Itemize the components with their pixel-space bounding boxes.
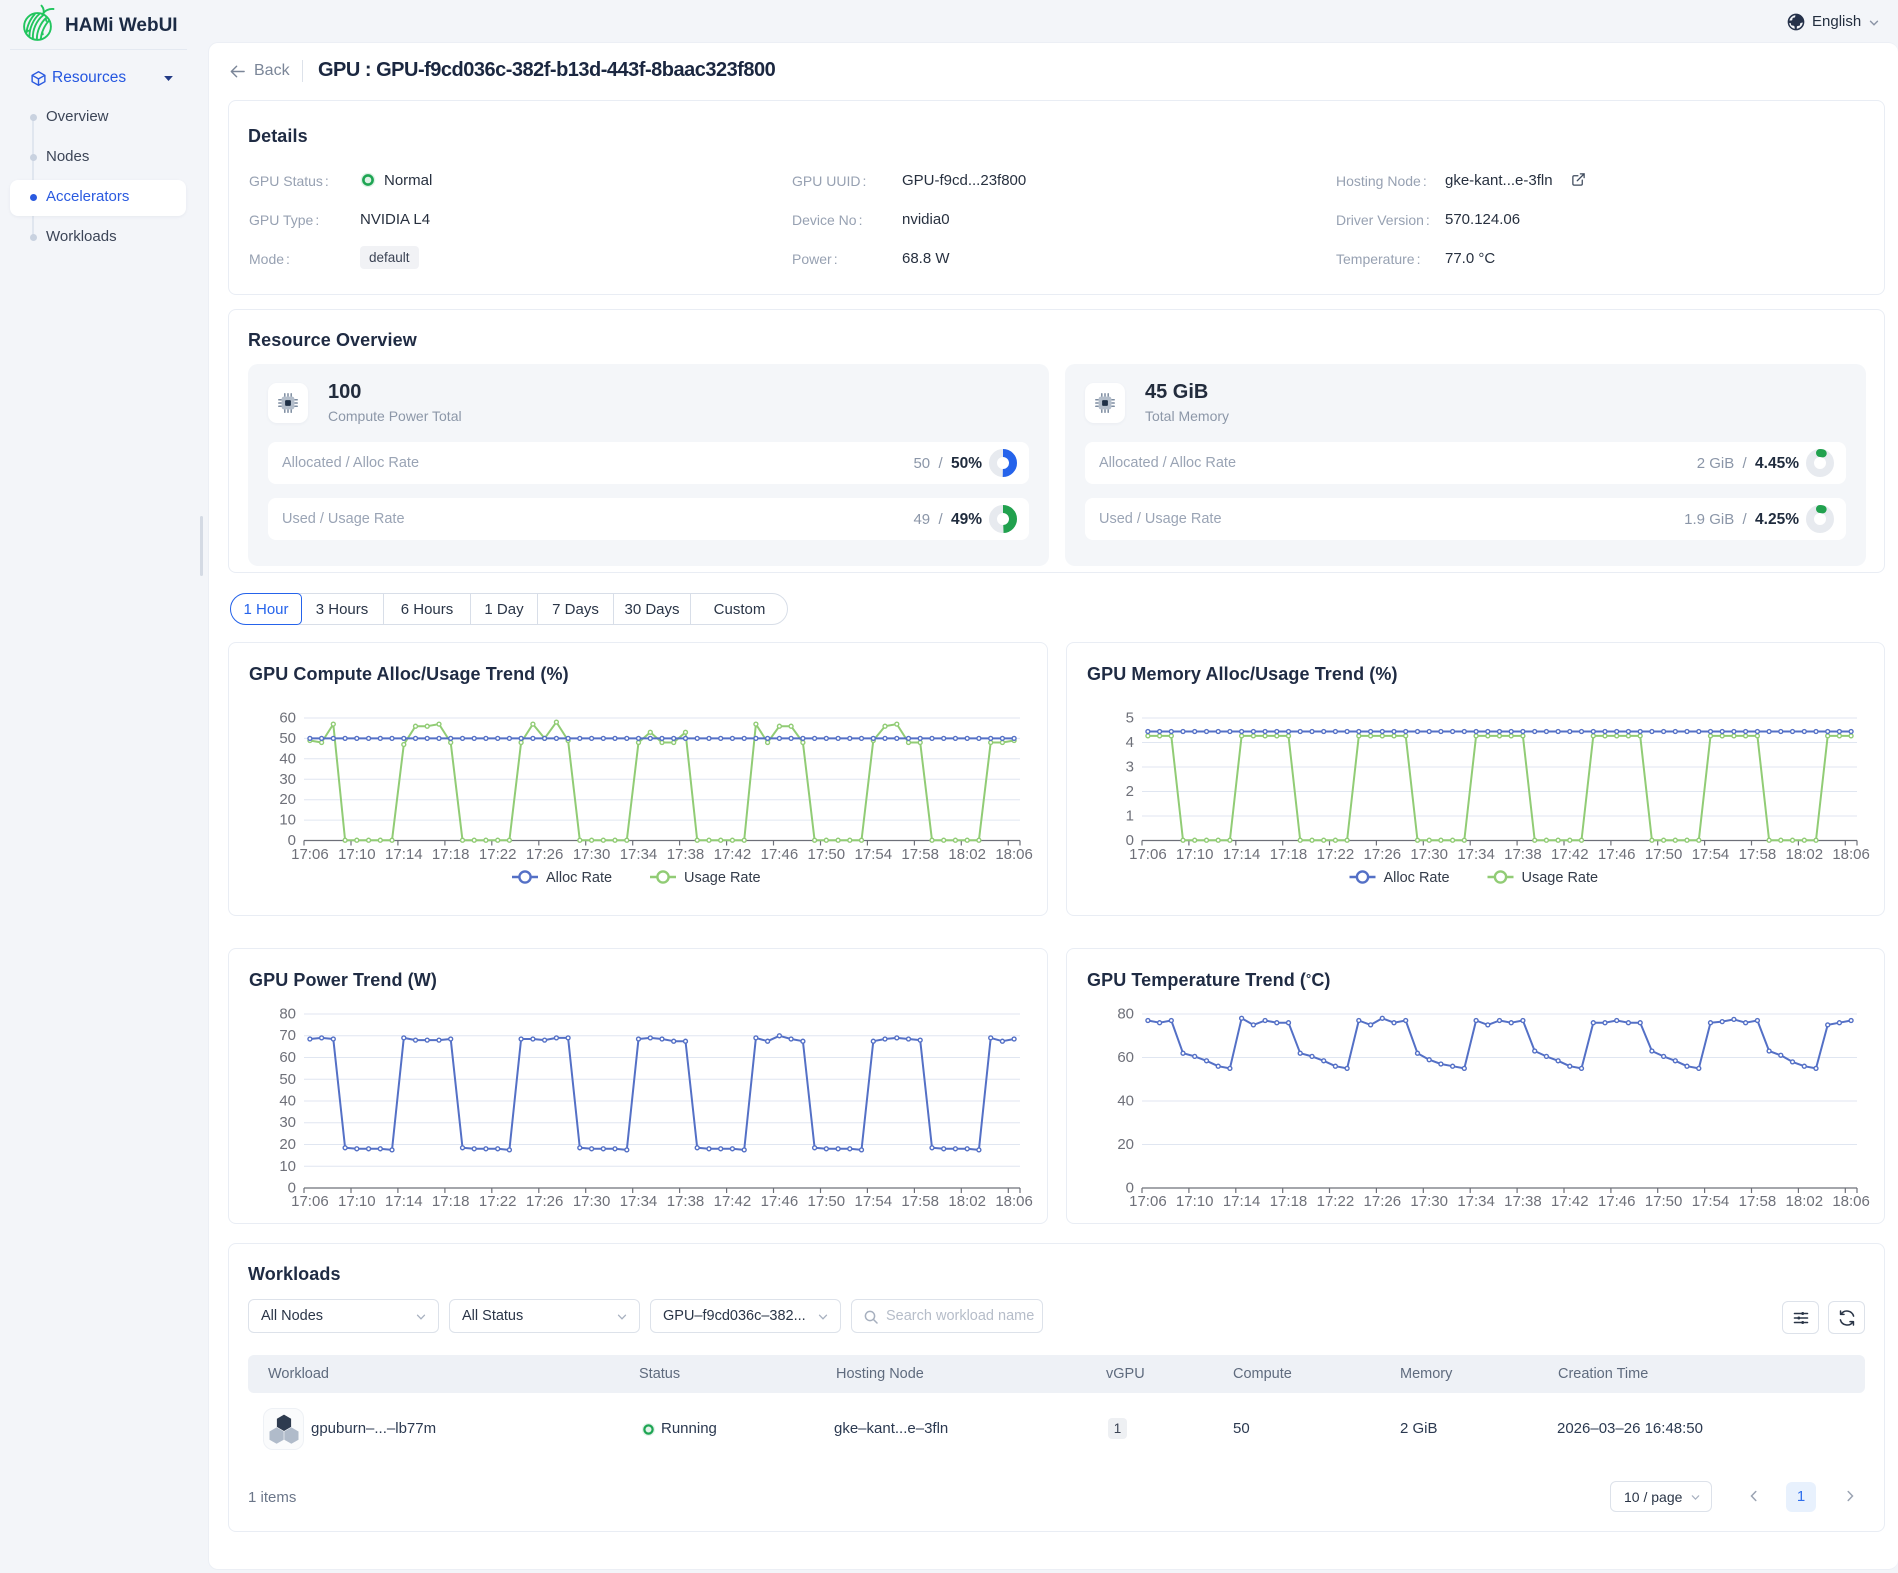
svg-text:17:06: 17:06	[1129, 1193, 1167, 1210]
svg-text:1: 1	[1126, 808, 1134, 825]
svg-text:20: 20	[1117, 1136, 1134, 1153]
svg-text:17:06: 17:06	[1129, 846, 1167, 863]
svg-text:10: 10	[279, 812, 296, 829]
svg-text:70: 70	[279, 1027, 296, 1044]
svg-text:17:42: 17:42	[714, 1193, 752, 1210]
svg-text:18:06: 18:06	[995, 846, 1033, 863]
svg-text:4: 4	[1126, 734, 1134, 751]
svg-text:30: 30	[279, 1114, 296, 1131]
svg-text:17:22: 17:22	[479, 846, 517, 863]
svg-text:17:30: 17:30	[1410, 1193, 1448, 1210]
svg-text:17:50: 17:50	[808, 1193, 846, 1210]
svg-text:17:18: 17:18	[432, 1193, 470, 1210]
svg-text:17:18: 17:18	[1270, 1193, 1308, 1210]
svg-text:18:06: 18:06	[1832, 846, 1870, 863]
svg-text:17:58: 17:58	[901, 846, 939, 863]
svg-text:18:02: 18:02	[948, 846, 986, 863]
svg-text:80: 80	[279, 1006, 296, 1023]
svg-text:17:58: 17:58	[1739, 1193, 1777, 1210]
svg-text:17:26: 17:26	[526, 1193, 564, 1210]
svg-text:Alloc Rate: Alloc Rate	[1384, 870, 1450, 886]
svg-text:17:14: 17:14	[1223, 1193, 1261, 1210]
svg-text:17:10: 17:10	[338, 846, 376, 863]
svg-text:17:14: 17:14	[385, 1193, 423, 1210]
svg-text:40: 40	[279, 1093, 296, 1110]
svg-text:17:54: 17:54	[855, 846, 893, 863]
svg-text:17:46: 17:46	[1598, 846, 1636, 863]
svg-text:17:14: 17:14	[385, 846, 423, 863]
svg-text:17:22: 17:22	[1317, 846, 1355, 863]
svg-text:17:42: 17:42	[1551, 1193, 1589, 1210]
svg-text:17:50: 17:50	[1645, 846, 1683, 863]
svg-text:17:34: 17:34	[1457, 846, 1495, 863]
svg-text:17:10: 17:10	[1176, 846, 1214, 863]
svg-text:Usage Rate: Usage Rate	[1522, 870, 1599, 886]
svg-text:17:26: 17:26	[526, 846, 564, 863]
svg-text:17:50: 17:50	[808, 846, 846, 863]
svg-text:80: 80	[1117, 1006, 1134, 1023]
svg-text:17:34: 17:34	[620, 846, 658, 863]
svg-text:17:54: 17:54	[1692, 1193, 1730, 1210]
svg-text:40: 40	[1117, 1093, 1134, 1110]
svg-text:18:02: 18:02	[1786, 1193, 1824, 1210]
svg-text:17:42: 17:42	[714, 846, 752, 863]
svg-text:17:46: 17:46	[761, 846, 799, 863]
svg-text:17:26: 17:26	[1364, 846, 1402, 863]
svg-text:17:46: 17:46	[1598, 1193, 1636, 1210]
svg-text:17:38: 17:38	[667, 1193, 705, 1210]
svg-text:17:18: 17:18	[1270, 846, 1308, 863]
svg-text:10: 10	[279, 1158, 296, 1175]
svg-text:17:38: 17:38	[667, 846, 705, 863]
svg-text:18:06: 18:06	[1832, 1193, 1870, 1210]
svg-text:17:34: 17:34	[620, 1193, 658, 1210]
svg-text:17:22: 17:22	[1317, 1193, 1355, 1210]
svg-text:17:54: 17:54	[1692, 846, 1730, 863]
svg-text:Usage Rate: Usage Rate	[684, 870, 761, 886]
svg-text:17:58: 17:58	[901, 1193, 939, 1210]
svg-text:17:54: 17:54	[855, 1193, 893, 1210]
svg-text:20: 20	[279, 1136, 296, 1153]
svg-text:17:06: 17:06	[291, 1193, 329, 1210]
svg-text:17:50: 17:50	[1645, 1193, 1683, 1210]
svg-text:30: 30	[279, 771, 296, 788]
svg-text:50: 50	[279, 1071, 296, 1088]
svg-text:17:30: 17:30	[573, 1193, 611, 1210]
svg-text:17:06: 17:06	[291, 846, 329, 863]
svg-text:17:38: 17:38	[1504, 1193, 1542, 1210]
svg-text:2: 2	[1126, 783, 1134, 800]
svg-text:17:34: 17:34	[1457, 1193, 1495, 1210]
svg-text:Alloc Rate: Alloc Rate	[546, 870, 612, 886]
svg-text:17:14: 17:14	[1223, 846, 1261, 863]
svg-text:17:42: 17:42	[1551, 846, 1589, 863]
svg-text:17:26: 17:26	[1364, 1193, 1402, 1210]
svg-text:60: 60	[279, 1049, 296, 1066]
svg-text:17:38: 17:38	[1504, 846, 1542, 863]
svg-text:5: 5	[1126, 710, 1134, 727]
svg-text:60: 60	[279, 710, 296, 727]
svg-text:17:10: 17:10	[338, 1193, 376, 1210]
svg-text:17:22: 17:22	[479, 1193, 517, 1210]
svg-text:17:46: 17:46	[761, 1193, 799, 1210]
svg-text:17:10: 17:10	[1176, 1193, 1214, 1210]
svg-text:17:30: 17:30	[573, 846, 611, 863]
svg-text:17:30: 17:30	[1410, 846, 1448, 863]
svg-text:17:18: 17:18	[432, 846, 470, 863]
svg-text:50: 50	[279, 730, 296, 747]
svg-text:60: 60	[1117, 1049, 1134, 1066]
svg-text:18:02: 18:02	[948, 1193, 986, 1210]
svg-text:18:06: 18:06	[995, 1193, 1033, 1210]
svg-text:40: 40	[279, 750, 296, 767]
svg-text:17:58: 17:58	[1739, 846, 1777, 863]
svg-text:18:02: 18:02	[1786, 846, 1824, 863]
svg-text:20: 20	[279, 791, 296, 808]
svg-text:3: 3	[1126, 759, 1134, 776]
